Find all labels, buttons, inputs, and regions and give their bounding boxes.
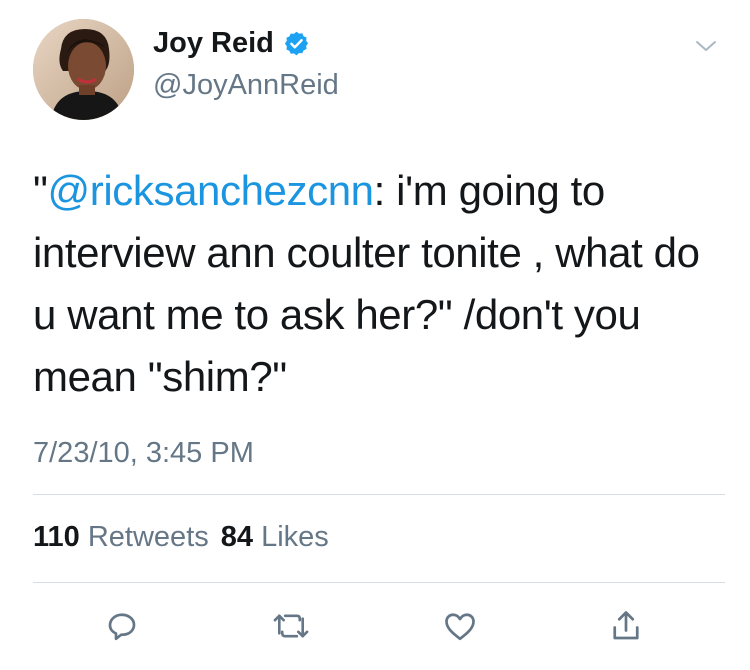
verified-badge-icon [284, 31, 308, 55]
open-quote: " [33, 167, 48, 214]
heart-icon [445, 613, 475, 641]
author-handle[interactable]: @JoyAnnReid [153, 68, 339, 102]
chevron-down-icon[interactable] [694, 34, 718, 58]
retweet-icon [273, 614, 309, 638]
divider [33, 582, 725, 583]
author-name[interactable]: Joy Reid [153, 26, 310, 60]
author-name-text[interactable]: Joy Reid [153, 26, 274, 60]
avatar[interactable] [33, 19, 134, 120]
share-icon [613, 611, 639, 640]
share-button[interactable] [606, 606, 646, 646]
mention-link[interactable]: @ricksanchezcnn [48, 167, 375, 214]
retweets-count: 110 [33, 521, 80, 553]
like-button[interactable] [440, 606, 480, 646]
tweet-card: Joy Reid @JoyAnnReid "@ricksanchezcnn: i… [0, 0, 750, 670]
tweet-text: "@ricksanchezcnn: i'm going to interview… [33, 160, 733, 408]
tweet-stats: 110 Retweets 84 Likes [33, 520, 329, 554]
likes-stat[interactable]: 84 Likes [221, 521, 329, 553]
likes-label: Likes [261, 521, 329, 553]
retweets-stat[interactable]: 110 Retweets [33, 521, 209, 553]
reply-icon [108, 613, 136, 641]
timestamp[interactable]: 7/23/10, 3:45 PM [33, 436, 254, 470]
reply-button[interactable] [102, 606, 142, 646]
retweet-button[interactable] [271, 606, 311, 646]
divider [33, 494, 725, 495]
retweets-label: Retweets [87, 521, 209, 553]
likes-count: 84 [220, 521, 254, 553]
